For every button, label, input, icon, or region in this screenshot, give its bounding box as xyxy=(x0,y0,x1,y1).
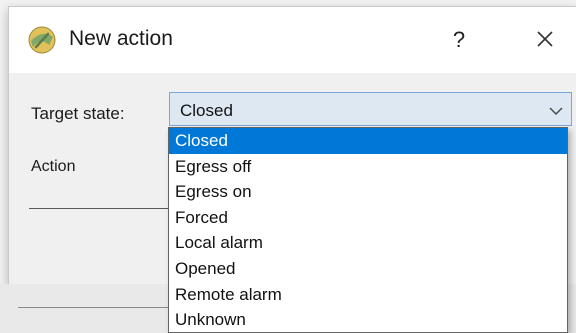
title-bar: New action ? xyxy=(9,7,576,73)
dialog-title: New action xyxy=(69,27,173,50)
app-icon xyxy=(27,25,57,55)
action-separator xyxy=(29,208,169,209)
dropdown-option-egress-off[interactable]: Egress off xyxy=(169,154,567,180)
target-state-dropdown[interactable]: Closed Egress off Egress on Forced Local… xyxy=(168,127,568,333)
target-state-select[interactable]: Closed xyxy=(169,92,572,126)
target-state-label: Target state: xyxy=(31,104,125,123)
help-button[interactable]: ? xyxy=(441,24,477,56)
chevron-down-icon xyxy=(549,103,563,115)
dropdown-option-forced[interactable]: Forced xyxy=(169,205,567,231)
dropdown-option-unknown[interactable]: Unknown xyxy=(169,307,567,332)
background-line xyxy=(18,307,168,308)
dropdown-option-remote-alarm[interactable]: Remote alarm xyxy=(169,282,567,308)
dropdown-option-egress-on[interactable]: Egress on xyxy=(169,179,567,205)
action-label: Action xyxy=(31,158,76,175)
dropdown-option-local-alarm[interactable]: Local alarm xyxy=(169,230,567,256)
close-button[interactable] xyxy=(525,22,565,56)
close-icon xyxy=(535,30,555,47)
dropdown-option-closed[interactable]: Closed xyxy=(169,128,567,154)
dropdown-option-opened[interactable]: Opened xyxy=(169,256,567,282)
target-state-value: Closed xyxy=(180,101,233,120)
